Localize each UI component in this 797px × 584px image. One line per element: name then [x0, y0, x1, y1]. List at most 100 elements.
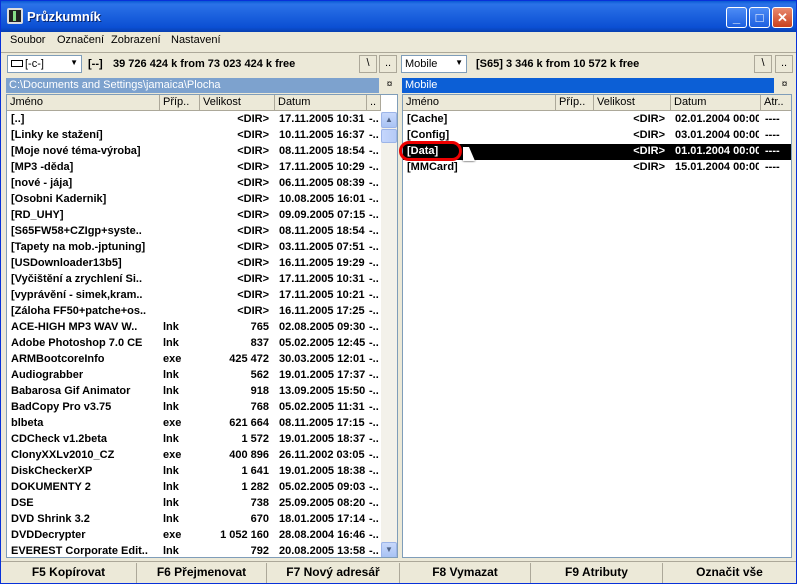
- file-attr: -..: [369, 369, 379, 381]
- right-up-button[interactable]: ..: [775, 55, 793, 73]
- file-size: 918: [250, 385, 269, 397]
- left-history-button[interactable]: ¤: [383, 78, 396, 93]
- file-name: ARMBootcoreInfo: [11, 353, 105, 365]
- left-file-row[interactable]: DVD Shrink 3.2 lnk 670 18.01.2005 17:14 -..: [7, 512, 381, 528]
- col-header-date[interactable]: Datum: [275, 95, 367, 111]
- right-history-button[interactable]: ¤: [778, 78, 791, 93]
- left-file-row[interactable]: DVDDecrypter exe 1 052 160 28.08.2004 16:46…: [7, 528, 381, 544]
- phone-app-icon: [7, 8, 23, 24]
- left-file-row[interactable]: Audiograbber lnk 562 19.01.2005 17:37 -..: [7, 368, 381, 384]
- left-file-row[interactable]: [Záloha FF50+patche+os.. <DIR> 16.11.2005 …: [7, 304, 381, 320]
- left-file-row[interactable]: ARMBootcoreInfo exe 425 472 30.03.2005 12:0…: [7, 352, 381, 368]
- left-file-row[interactable]: DOKUMENTY 2 lnk 1 282 05.02.2005 09:03 -..: [7, 480, 381, 496]
- left-drive-select[interactable]: [-c-] ▼: [7, 55, 82, 73]
- file-ext: lnk: [163, 321, 179, 333]
- menu-soubor[interactable]: Soubor: [10, 34, 45, 46]
- rename-button[interactable]: F6 Přejmenovat: [137, 563, 267, 583]
- file-date: 06.11.2005 08:39: [279, 177, 365, 189]
- left-file-row[interactable]: ClonyXXLv2010_CZ exe 400 896 26.11.2002 03:…: [7, 448, 381, 464]
- left-file-row[interactable]: [Osobni Kadernik] <DIR> 10.08.2005 16:01 -.…: [7, 192, 381, 208]
- col-header-name[interactable]: Jméno: [403, 95, 556, 111]
- col-header-size[interactable]: Velikost: [594, 95, 671, 111]
- left-up-button[interactable]: ..: [379, 55, 397, 73]
- file-date: 17.11.2005 10:29: [279, 161, 365, 173]
- left-file-row[interactable]: [USDownloader13b5] <DIR> 16.11.2005 19:29-…: [7, 256, 381, 272]
- new-folder-button[interactable]: F7 Nový adresář: [267, 563, 400, 583]
- file-name: [vyprávění - simek,kram..: [11, 289, 143, 301]
- file-date: 25.09.2005 08:20: [279, 497, 365, 509]
- delete-button[interactable]: F8 Vymazat: [400, 563, 531, 583]
- file-name: [S65FW58+CZIgp+syste..: [11, 225, 142, 237]
- left-file-row[interactable]: [S65FW58+CZIgp+syste.. <DIR> 08.11.2005 18…: [7, 224, 381, 240]
- right-file-row[interactable]: [Config] <DIR> 03.01.2004 00:00 ----: [403, 128, 791, 144]
- col-header-ext[interactable]: Příp..: [160, 95, 200, 111]
- scroll-down-icon[interactable]: ▼: [381, 542, 397, 557]
- close-button[interactable]: ✕: [772, 7, 793, 28]
- left-file-row[interactable]: [vyprávění - simek,kram.. <DIR> 17.11.2005…: [7, 288, 381, 304]
- menu-zobrazeni[interactable]: Zobrazení: [111, 34, 161, 46]
- left-file-row[interactable]: Adobe Photoshop 7.0 CE lnk 837 05.02.2005 1…: [7, 336, 381, 352]
- left-file-row[interactable]: ACE-HIGH MP3 WAV W.. lnk 765 02.08.2005 09:…: [7, 320, 381, 336]
- left-file-row[interactable]: DSE lnk 738 25.09.2005 08:20 -..: [7, 496, 381, 512]
- left-file-row[interactable]: EVEREST Corporate Edit.. lnk 792 20.08.2005…: [7, 544, 381, 557]
- menu-oznaceni[interactable]: Označení: [57, 34, 104, 46]
- col-header-date[interactable]: Datum: [671, 95, 761, 111]
- left-file-row[interactable]: [RD_UHY] <DIR> 09.09.2005 07:15 -..: [7, 208, 381, 224]
- file-size: 1 641: [241, 465, 269, 477]
- left-file-row[interactable]: DiskCheckerXP lnk 1 641 19.01.2005 18:38 -..: [7, 464, 381, 480]
- left-file-row[interactable]: [Moje nové téma-výroba] <DIR> 08.11.2005 1…: [7, 144, 381, 160]
- select-all-button[interactable]: Označit vše: [663, 563, 796, 583]
- file-attr: -..: [369, 113, 379, 125]
- file-name: CDCheck v1.2beta: [11, 433, 107, 445]
- left-file-row[interactable]: blbeta exe 621 664 08.11.2005 17:15 -..: [7, 416, 381, 432]
- file-ext: lnk: [163, 401, 179, 413]
- menu-nastaveni[interactable]: Nastavení: [171, 34, 221, 46]
- right-free-space: [S65] 3 346 k from 10 572 k free: [476, 58, 640, 70]
- file-name: Audiograbber: [11, 369, 84, 381]
- left-file-row[interactable]: [Tapety na mob.-jptuning] <DIR> 03.11.2005…: [7, 240, 381, 256]
- maximize-button[interactable]: □: [749, 7, 770, 28]
- col-header-size[interactable]: Velikost: [200, 95, 275, 111]
- file-date: 17.11.2005 10:31: [279, 273, 365, 285]
- attributes-button[interactable]: F9 Atributy: [531, 563, 663, 583]
- right-file-panel[interactable]: Jméno Příp.. Velikost Datum Atr.. [Cache…: [402, 94, 792, 558]
- left-file-row[interactable]: CDCheck v1.2beta lnk 1 572 19.01.2005 18:37…: [7, 432, 381, 448]
- file-date: 03.11.2005 07:51: [279, 241, 365, 253]
- file-size: <DIR>: [633, 145, 665, 157]
- scroll-thumb[interactable]: [381, 129, 397, 143]
- col-header-attr[interactable]: Atr..: [761, 95, 791, 111]
- file-attr: -..: [369, 225, 379, 237]
- copy-button[interactable]: F5 Kopírovat: [1, 563, 137, 583]
- left-path-bar: C:\Documents and Settings\jamaica\Plocha: [6, 78, 379, 93]
- file-size: <DIR>: [237, 129, 269, 141]
- left-file-row[interactable]: [Vyčištění a zrychlení Si.. <DIR> 17.11.20…: [7, 272, 381, 288]
- left-file-panel[interactable]: Jméno Příp.. Velikost Datum .. ▲ ▼ [..] <…: [6, 94, 398, 558]
- file-date: 20.08.2005 13:58: [279, 545, 365, 557]
- col-header-name[interactable]: Jméno: [7, 95, 160, 111]
- left-scrollbar[interactable]: ▲ ▼: [381, 112, 397, 557]
- left-file-row[interactable]: Babarosa Gif Animator lnk 918 13.09.2005 15…: [7, 384, 381, 400]
- right-drive-select[interactable]: Mobile ▼: [401, 55, 467, 73]
- file-attr: -..: [369, 337, 379, 349]
- right-file-row[interactable]: [MMCard] <DIR> 15.01.2004 00:00 ----: [403, 160, 791, 176]
- minimize-button[interactable]: _: [726, 7, 747, 28]
- file-size: 621 664: [229, 417, 269, 429]
- left-file-row[interactable]: [Linky ke stažení] <DIR> 10.11.2005 16:37-…: [7, 128, 381, 144]
- col-header-ext[interactable]: Příp..: [556, 95, 594, 111]
- right-path-bar: Mobile: [402, 78, 774, 93]
- right-file-row[interactable]: [Cache] <DIR> 02.01.2004 00:00 ----: [403, 112, 791, 128]
- file-name: DVD Shrink 3.2: [11, 513, 90, 525]
- left-root-button[interactable]: \: [359, 55, 377, 73]
- left-file-row[interactable]: [..] <DIR> 17.11.2005 10:31 -..: [7, 112, 381, 128]
- left-file-row[interactable]: [MP3 -děda] <DIR> 17.11.2005 10:29 -..: [7, 160, 381, 176]
- left-free-space: 39 726 424 k from 73 023 424 k free: [113, 58, 296, 70]
- file-attr: -..: [369, 241, 379, 253]
- file-size: 1 572: [241, 433, 269, 445]
- left-file-row[interactable]: [nové - jája] <DIR> 06.11.2005 08:39 -..: [7, 176, 381, 192]
- col-header-attr[interactable]: ..: [367, 95, 381, 111]
- file-ext: lnk: [163, 481, 179, 493]
- title-bar[interactable]: Průzkumník _ □ ✕: [1, 1, 796, 32]
- scroll-up-icon[interactable]: ▲: [381, 112, 397, 128]
- left-file-row[interactable]: BadCopy Pro v3.75 lnk 768 05.02.2005 11:31-…: [7, 400, 381, 416]
- right-root-button[interactable]: \: [754, 55, 772, 73]
